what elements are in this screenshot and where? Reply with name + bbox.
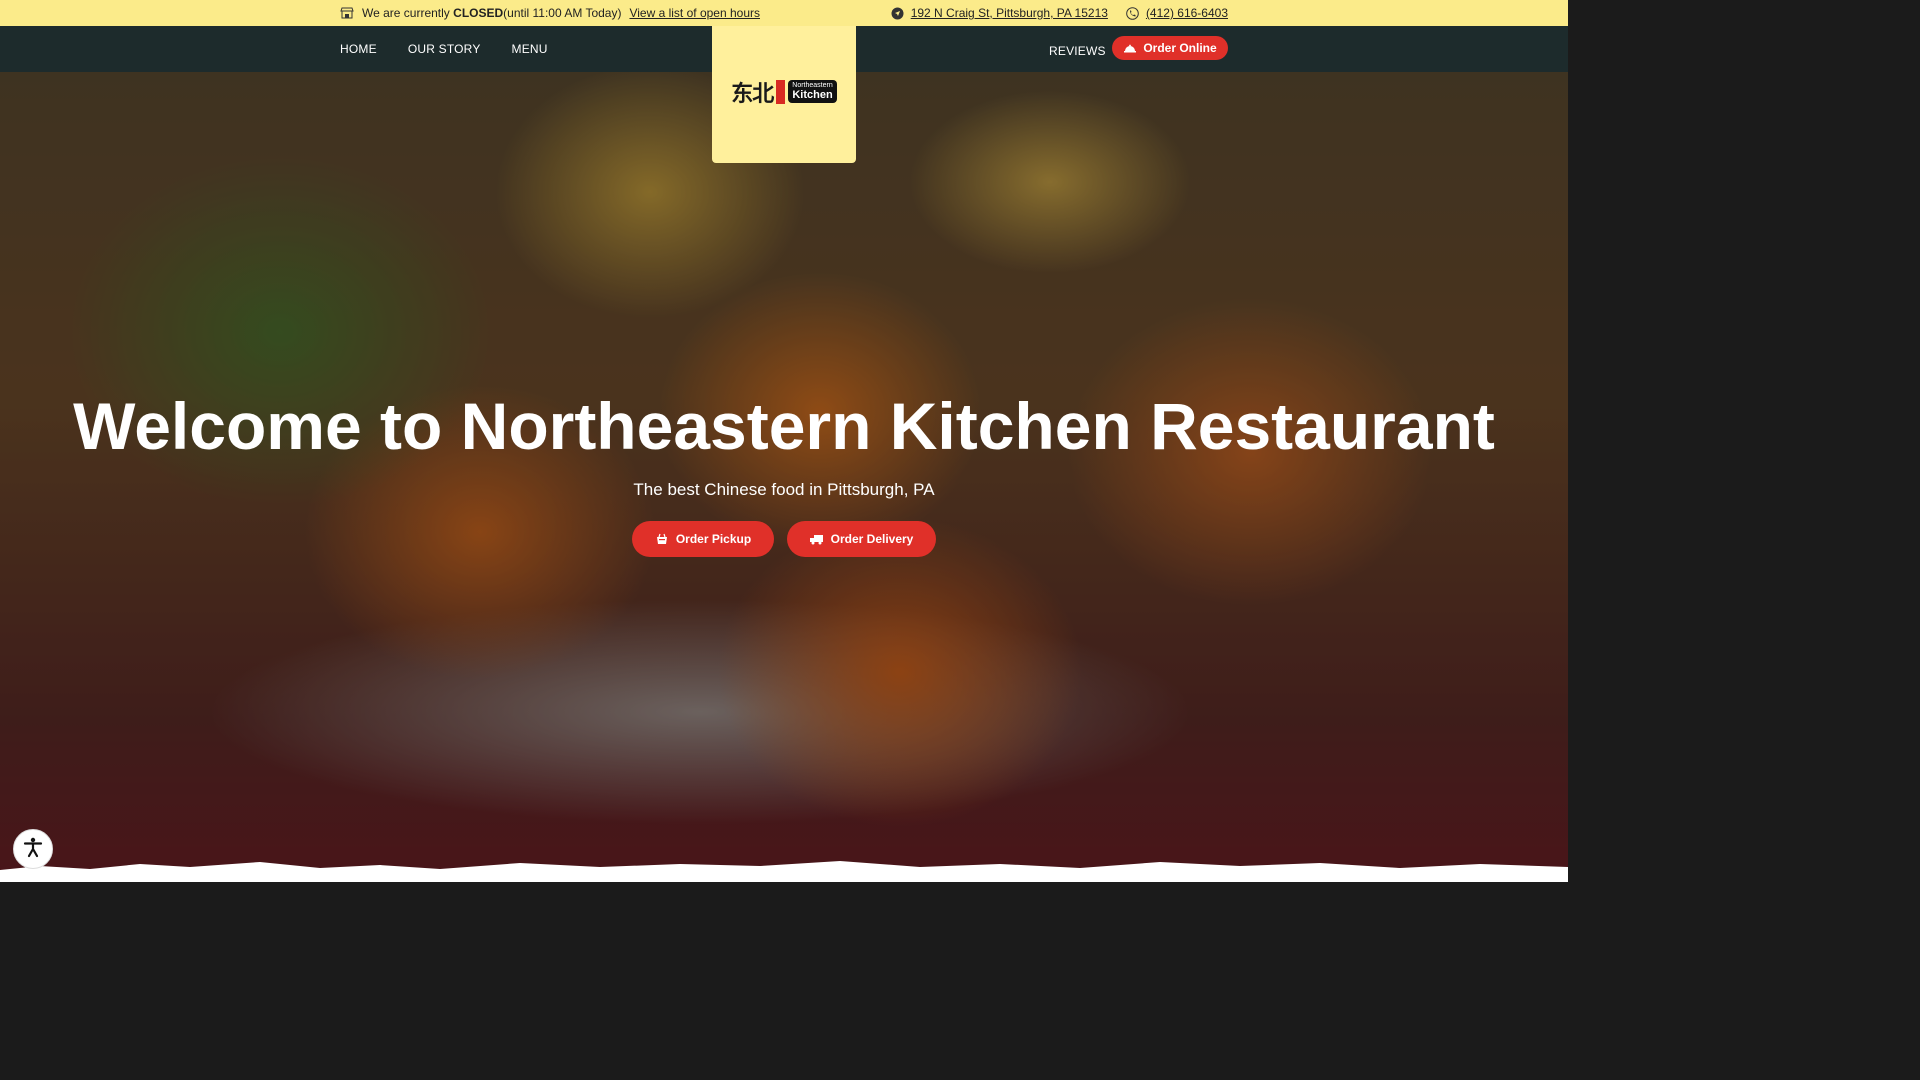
accessibility-button[interactable] bbox=[13, 829, 53, 869]
status-text: We are currently CLOSED(until 11:00 AM T… bbox=[362, 6, 622, 20]
order-online-button[interactable]: Order Online bbox=[1112, 36, 1228, 60]
location-arrow-icon bbox=[891, 6, 905, 20]
accessibility-icon bbox=[22, 836, 44, 863]
phone-link[interactable]: (412) 616-6403 bbox=[1146, 6, 1228, 20]
delivery-truck-icon bbox=[809, 532, 824, 546]
phone-icon bbox=[1126, 6, 1140, 20]
logo-link[interactable]: 东北 Northeastern Kitchen bbox=[712, 26, 856, 163]
hero-subtitle: The best Chinese food in Pittsburgh, PA bbox=[633, 480, 935, 499]
hours-link[interactable]: View a list of open hours bbox=[629, 6, 760, 20]
logo-chinese-text: 东北 bbox=[731, 80, 774, 107]
nav-reviews[interactable]: REVIEWS bbox=[1049, 44, 1106, 58]
order-pickup-label: Order Pickup bbox=[675, 532, 752, 546]
order-online-label: Order Online bbox=[1143, 41, 1217, 55]
status-state: CLOSED bbox=[453, 6, 504, 20]
food-cloche-icon bbox=[1123, 41, 1137, 55]
contact-info: 192 N Craig St, Pittsburgh, PA 15213 (41… bbox=[891, 6, 1228, 20]
nav-menu[interactable]: MENU bbox=[512, 42, 548, 56]
pickup-basket-icon bbox=[655, 532, 669, 546]
torn-edge-divider bbox=[0, 861, 1568, 882]
open-status: We are currently CLOSED(until 11:00 AM T… bbox=[340, 6, 760, 20]
hero-section: Welcome to Northeastern Kitchen Restaura… bbox=[0, 72, 1568, 882]
logo-stamp bbox=[776, 79, 786, 104]
top-info-bar: We are currently CLOSED(until 11:00 AM T… bbox=[0, 0, 1568, 26]
restaurant-logo: 东北 Northeastern Kitchen bbox=[731, 76, 837, 108]
order-pickup-button[interactable]: Order Pickup bbox=[632, 521, 774, 557]
address-link[interactable]: 192 N Craig St, Pittsburgh, PA 15213 bbox=[911, 6, 1108, 20]
nav-links: HOME OUR STORY MENU bbox=[340, 42, 548, 56]
nav-our-story[interactable]: OUR STORY bbox=[408, 42, 481, 56]
store-icon bbox=[340, 6, 354, 20]
order-delivery-button[interactable]: Order Delivery bbox=[787, 521, 936, 557]
logo-badge: Northeastern Kitchen bbox=[788, 79, 837, 104]
nav-home[interactable]: HOME bbox=[340, 42, 377, 56]
order-delivery-label: Order Delivery bbox=[830, 532, 914, 546]
hero-background-image bbox=[0, 72, 1568, 882]
hero-title: Welcome to Northeastern Kitchen Restaura… bbox=[73, 389, 1495, 463]
